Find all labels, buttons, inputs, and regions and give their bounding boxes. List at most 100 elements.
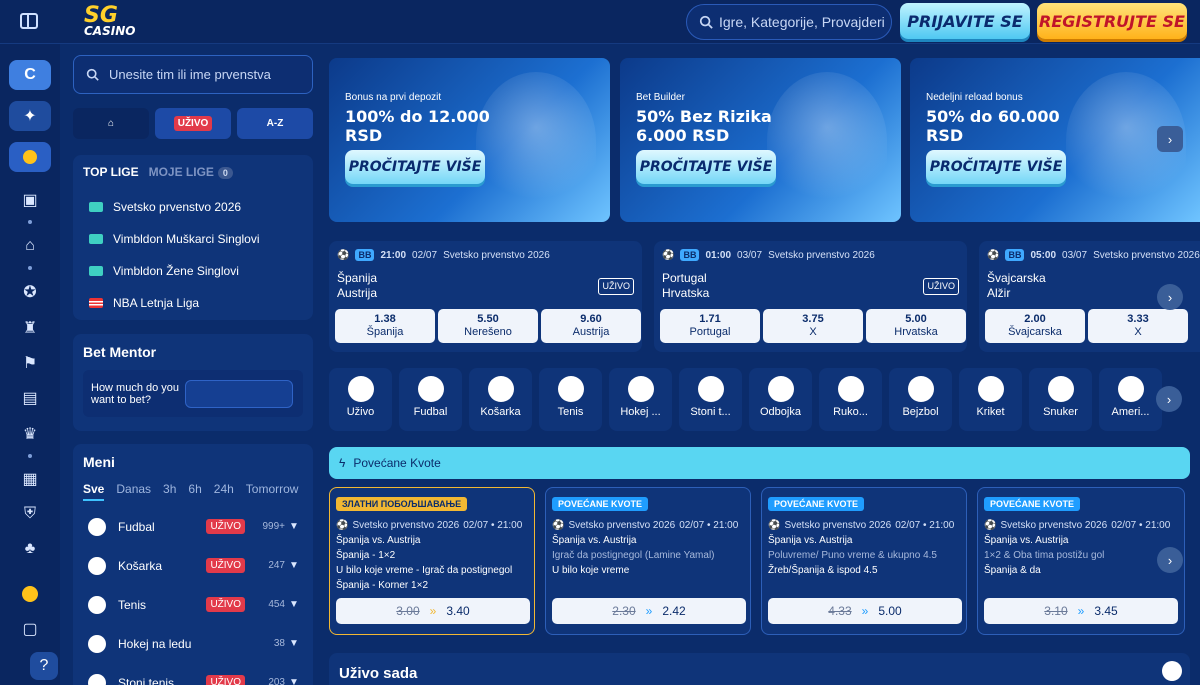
boosted-odds-card[interactable]: POVEĆANE KVOTE ⚽ Svetsko prvenstvo 2026 02… [977, 487, 1185, 635]
sidebar-toggle-icon[interactable] [20, 13, 38, 29]
sport-tile-basketball[interactable]: Košarka [469, 368, 532, 431]
read-more-button[interactable]: PROČITAJTE VIŠE [636, 150, 776, 184]
sport-tile-table-tennis[interactable]: Stoni t... [679, 368, 742, 431]
odds-value: 9.60 [580, 313, 602, 325]
league-item[interactable]: Vimbldon Žene Singlovi [83, 255, 303, 287]
selection-line: 1×2 & Oba tima postižu gol [984, 550, 1105, 561]
rail-divider [28, 266, 32, 270]
casino-icon[interactable]: C [9, 60, 51, 90]
filter-3h[interactable]: 3h [163, 482, 176, 501]
odds-button[interactable]: 9.60 Austrija [541, 309, 641, 343]
boosted-odds-button[interactable]: 4.33 » 5.00 [768, 598, 962, 624]
sports-next-icon[interactable]: › [1156, 386, 1182, 412]
filter-tomorrow[interactable]: Tomorrow [246, 482, 299, 501]
sport-tile-hockey[interactable]: Hokej ... [609, 368, 672, 431]
chevron-down-icon[interactable]: ▼ [285, 677, 303, 685]
chat-icon[interactable]: ▢ [20, 619, 40, 639]
odds-button[interactable]: 3.33 X [1088, 309, 1188, 343]
league-item[interactable]: Svetsko prvenstvo 2026 [83, 191, 303, 223]
sport-count: 454 [268, 599, 285, 610]
filter-24h[interactable]: 24h [214, 482, 234, 501]
odds-value: 5.00 [905, 313, 927, 325]
football-icon [417, 376, 444, 402]
bet-builder-badge: BB [680, 249, 700, 261]
odds-button[interactable]: 2.00 Švajcarska [985, 309, 1085, 343]
sport-menu-item[interactable]: Košarka UŽIVO 247 ▼ [83, 546, 303, 585]
games-icon[interactable]: ✦ [9, 101, 51, 131]
sport-tile-cricket[interactable]: Kriket [959, 368, 1022, 431]
odds-button[interactable]: 5.00 Hrvatska [866, 309, 966, 343]
baseball-icon [907, 376, 934, 402]
boosted-odds-card[interactable]: ЗЛАТНИ ПОБОЉШАВАЊЕ ⚽ Svetsko prvenstvo 20… [329, 487, 535, 635]
odds-button[interactable]: 1.71 Portugal [660, 309, 760, 343]
odds-button[interactable]: 1.38 Španija [335, 309, 435, 343]
match-title: Španija vs. Austrija [984, 535, 1069, 546]
chevron-down-icon[interactable]: ▼ [285, 599, 303, 610]
tab-live[interactable]: UŽIVO [155, 108, 231, 139]
sport-icon[interactable] [9, 142, 51, 172]
filter-today[interactable]: Danas [116, 482, 151, 501]
sport-tile-volleyball[interactable]: Odbojka [749, 368, 812, 431]
sport-menu-item[interactable]: Hokej na ledu 38 ▼ [83, 624, 303, 663]
boosted-next-icon[interactable]: › [1157, 547, 1183, 573]
sport-tile-handball[interactable]: Ruko... [819, 368, 882, 431]
tab-top-leagues[interactable]: TOP LIGE [83, 165, 139, 179]
home-icon[interactable]: ⌂ [20, 236, 40, 256]
league-item[interactable]: Vimbldon Muškarci Singlovi [83, 223, 303, 255]
sport-menu-item[interactable]: Tenis UŽIVO 454 ▼ [83, 585, 303, 624]
boosted-odds-card[interactable]: POVEĆANE KVOTE ⚽ Svetsko prvenstvo 2026 02… [545, 487, 751, 635]
clover-icon[interactable]: ♣ [20, 539, 40, 559]
filter-6h[interactable]: 6h [188, 482, 201, 501]
odds-button[interactable]: 5.50 Nerešeno [438, 309, 538, 343]
crown-icon[interactable]: ♛ [20, 424, 40, 444]
register-button[interactable]: REGISTRUJTE SE [1037, 3, 1187, 39]
match-date: 02/07 • 21:00 [679, 520, 739, 531]
slot-icon[interactable]: ▦ [20, 469, 40, 489]
matches-next-icon[interactable]: › [1157, 284, 1183, 310]
sport-tile-football[interactable]: Fudbal [399, 368, 462, 431]
sport-tile-baseball[interactable]: Bejzbol [889, 368, 952, 431]
tab-home[interactable]: ⌂ [73, 108, 149, 139]
logo[interactable]: SG CASINO [84, 5, 135, 38]
tab-az[interactable]: A-Z [237, 108, 313, 139]
sport-tile-live[interactable]: Uživo [329, 368, 392, 431]
sport-menu-item[interactable]: Stoni tenis UŽIVO 203 ▼ [83, 663, 303, 685]
promo-banner[interactable]: Bonus na prvi depozit 100% do 12.000 RSD … [329, 58, 610, 222]
ball-icon[interactable] [20, 584, 40, 604]
gift-icon[interactable]: ▣ [20, 190, 40, 210]
search-input[interactable]: Igre, Kategorije, Provajderi [686, 4, 892, 40]
sport-tile-snooker[interactable]: Snuker [1029, 368, 1092, 431]
chevron-down-icon[interactable]: ▼ [285, 638, 303, 649]
us-flag-icon [89, 298, 103, 308]
match-card[interactable]: ⚽ BB 01:00 03/07 Svetsko prvenstvo 2026 Port… [654, 241, 967, 352]
boosted-odds-button[interactable]: 2.30 » 2.42 [552, 598, 746, 624]
promo-banner[interactable]: Bet Builder 50% Bez Rizika 6.000 RSD PROČ… [620, 58, 901, 222]
odds-button[interactable]: 3.75 X [763, 309, 863, 343]
boosted-odds-button[interactable]: 3.00 » 3.40 [336, 598, 530, 624]
chevron-down-icon[interactable]: ▼ [285, 560, 303, 571]
shield-icon[interactable]: ⛨ [20, 504, 40, 524]
match-title: Španija vs. Austrija [336, 535, 421, 546]
tab-my-leagues[interactable]: MOJE LIGE 0 [149, 165, 233, 179]
medal-icon[interactable]: ✪ [20, 282, 40, 302]
login-button[interactable]: PRIJAVITE SE [900, 3, 1030, 39]
bag-icon[interactable]: ▤ [20, 388, 40, 408]
sport-menu-item[interactable]: Fudbal UŽIVO 999+ ▼ [83, 507, 303, 546]
match-card[interactable]: ⚽ BB 21:00 02/07 Svetsko prvenstvo 2026 Špan… [329, 241, 642, 352]
flag-icon[interactable]: ⚑ [20, 353, 40, 373]
team-search-input[interactable]: Unesite tim ili ime prvenstva [73, 55, 313, 94]
help-icon[interactable]: ? [30, 652, 58, 680]
sport-tile-label: Kriket [976, 406, 1005, 418]
chevron-down-icon[interactable]: ▼ [285, 521, 303, 532]
sport-tile-tennis[interactable]: Tenis [539, 368, 602, 431]
league-item[interactable]: NBA Letnja Liga [83, 287, 303, 319]
boosted-odds-card[interactable]: POVEĆANE KVOTE ⚽ Svetsko prvenstvo 2026 02… [761, 487, 967, 635]
read-more-button[interactable]: PROČITAJTE VIŠE [345, 150, 485, 184]
boosted-odds-button[interactable]: 3.10 » 3.45 [984, 598, 1178, 624]
sport-tile-american-football[interactable]: Ameri... [1099, 368, 1162, 431]
read-more-button[interactable]: PROČITAJTE VIŠE [926, 150, 1066, 184]
bet-amount-input[interactable] [185, 379, 293, 408]
banner-next-icon[interactable]: › [1157, 126, 1183, 152]
trophy-icon[interactable]: ♜ [20, 318, 40, 338]
filter-all[interactable]: Sve [83, 482, 105, 501]
